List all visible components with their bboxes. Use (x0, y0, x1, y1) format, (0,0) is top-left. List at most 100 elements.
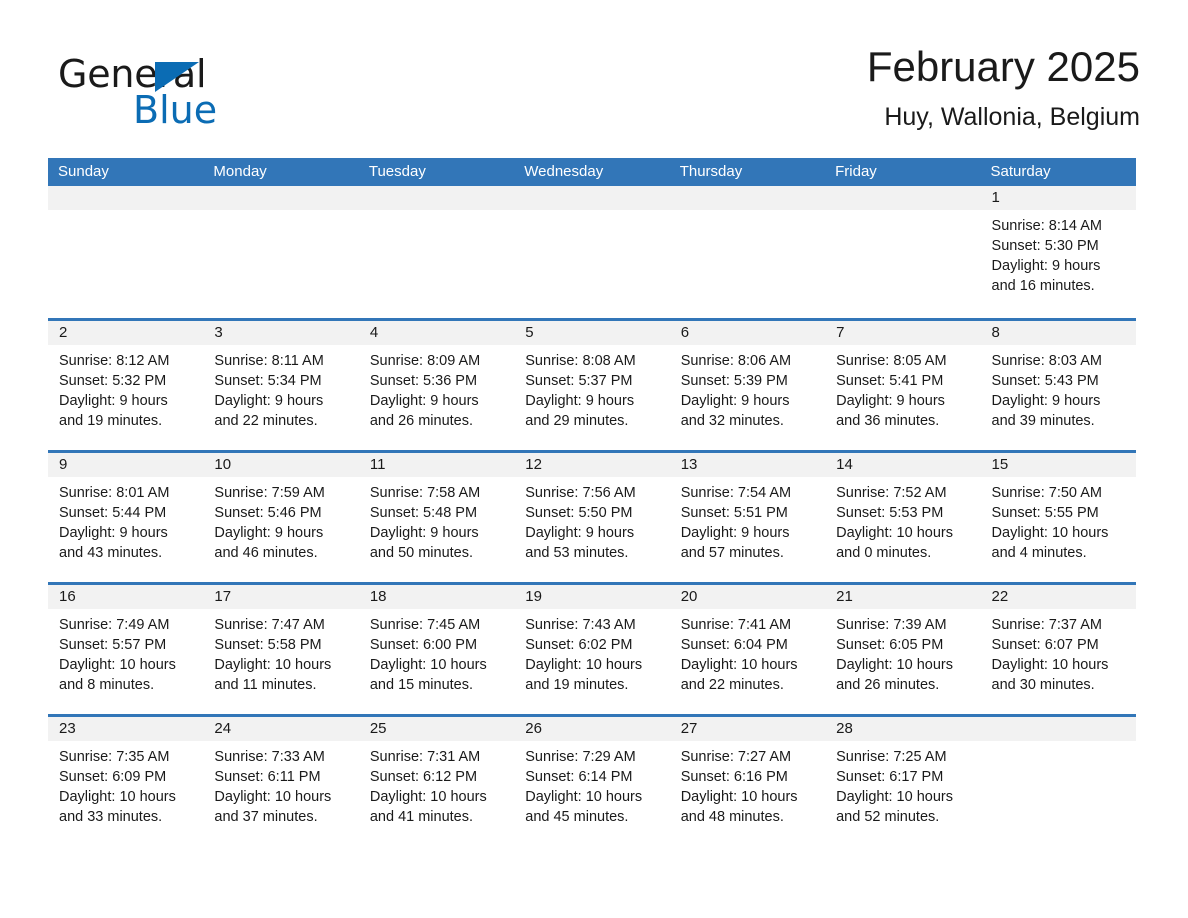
sunrise-text: Sunrise: 7:52 AM (836, 485, 947, 501)
day-details: Sunrise: 7:43 AM Sunset: 6:02 PM Daylight:… (514, 609, 669, 695)
weekday-header-friday: Friday (835, 163, 877, 180)
sunset-text: Sunset: 5:50 PM (525, 505, 633, 521)
day-cell[interactable]: 16 Sunrise: 7:49 AM Sunset: 5:57 PM Dayligh… (48, 585, 204, 714)
day-details: Sunrise: 7:49 AM Sunset: 5:57 PM Daylight:… (48, 609, 203, 695)
day-number: 4 (358, 321, 515, 345)
day-details: Sunrise: 7:35 AM Sunset: 6:09 PM Daylight:… (48, 741, 203, 827)
sunset-text: Sunset: 5:44 PM (59, 505, 167, 521)
day-details: Sunrise: 7:29 AM Sunset: 6:14 PM Daylight:… (514, 741, 669, 827)
day-details: Sunrise: 7:54 AM Sunset: 5:51 PM Daylight:… (670, 477, 825, 563)
day-number (669, 186, 826, 210)
daylight-text: Daylight: 9 hours and 29 minutes. (525, 393, 635, 429)
sunset-text: Sunset: 5:46 PM (214, 505, 322, 521)
day-number: 1 (980, 186, 1136, 210)
daylight-text: Daylight: 10 hours and 33 minutes. (59, 789, 176, 825)
sunset-text: Sunset: 5:53 PM (836, 505, 944, 521)
day-cell[interactable]: 26 Sunrise: 7:29 AM Sunset: 6:14 PM Dayligh… (514, 717, 670, 846)
day-number: 15 (980, 453, 1136, 477)
daylight-text: Daylight: 10 hours and 11 minutes. (214, 657, 332, 693)
sunset-text: Sunset: 5:34 PM (214, 373, 322, 389)
day-cell[interactable]: 25 Sunrise: 7:31 AM Sunset: 6:12 PM Dayligh… (358, 717, 515, 846)
day-cell[interactable]: 23 Sunrise: 7:35 AM Sunset: 6:09 PM Dayligh… (48, 717, 204, 846)
sunrise-text: Sunrise: 7:43 AM (525, 617, 636, 633)
day-details: Sunrise: 7:37 AM Sunset: 6:07 PM Daylight:… (981, 609, 1136, 695)
day-cell[interactable]: 22 Sunrise: 7:37 AM Sunset: 6:07 PM Dayligh… (980, 585, 1136, 714)
page-title: February 2025 (866, 43, 1140, 90)
sunset-text: Sunset: 5:32 PM (59, 373, 167, 389)
day-cell[interactable]: 6 Sunrise: 8:06 AM Sunset: 5:39 PM Daylight… (669, 321, 826, 450)
day-cell[interactable]: 12 Sunrise: 7:56 AM Sunset: 5:50 PM Dayligh… (514, 453, 670, 582)
day-number: 13 (669, 453, 826, 477)
logo-text-blue: Blue (133, 88, 218, 132)
weekday-header-wednesday: Wednesday (524, 163, 604, 180)
weekday-header-saturday: Saturday (990, 163, 1051, 180)
sunrise-text: Sunrise: 7:56 AM (525, 485, 636, 501)
sunset-text: Sunset: 5:37 PM (525, 373, 633, 389)
day-cell[interactable]: 28 Sunrise: 7:25 AM Sunset: 6:17 PM Dayligh… (825, 717, 981, 846)
day-details: Sunrise: 7:45 AM Sunset: 6:00 PM Daylight:… (359, 609, 514, 695)
day-number: 16 (48, 585, 204, 609)
day-cell[interactable]: 14 Sunrise: 7:52 AM Sunset: 5:53 PM Dayligh… (825, 453, 981, 582)
day-cell[interactable]: 24 Sunrise: 7:33 AM Sunset: 6:11 PM Dayligh… (203, 717, 359, 846)
day-number: 6 (669, 321, 826, 345)
day-cell[interactable]: 8 Sunrise: 8:03 AM Sunset: 5:43 PM Daylight… (980, 321, 1136, 450)
day-cell[interactable]: 3 Sunrise: 8:11 AM Sunset: 5:34 PM Daylight… (203, 321, 359, 450)
day-cell[interactable]: 11 Sunrise: 7:58 AM Sunset: 5:48 PM Dayligh… (358, 453, 515, 582)
day-cell[interactable]: 10 Sunrise: 7:59 AM Sunset: 5:46 PM Dayligh… (203, 453, 359, 582)
day-cell[interactable]: 4 Sunrise: 8:09 AM Sunset: 5:36 PM Daylight… (358, 321, 515, 450)
day-cell[interactable]: 19 Sunrise: 7:43 AM Sunset: 6:02 PM Dayligh… (514, 585, 670, 714)
day-number: 26 (514, 717, 670, 741)
week-row: 1 Sunrise: 8:14 AM Sunset: 5:30 PM Daylight… (48, 186, 1136, 318)
day-cell[interactable]: 7 Sunrise: 8:05 AM Sunset: 5:41 PM Daylight… (825, 321, 981, 450)
sunset-text: Sunset: 6:12 PM (369, 769, 478, 785)
sunrise-text: Sunrise: 7:37 AM (991, 617, 1102, 633)
day-details: Sunrise: 7:33 AM Sunset: 6:11 PM Daylight:… (203, 741, 358, 827)
sunrise-text: Sunrise: 8:08 AM (525, 353, 636, 369)
sunset-text: Sunset: 5:41 PM (836, 373, 944, 389)
daylight-text: Daylight: 10 hours and 41 minutes. (369, 789, 487, 825)
generalblue-logo[interactable]: General Blue (58, 52, 348, 136)
day-number: 27 (669, 717, 826, 741)
day-cell[interactable]: 21 Sunrise: 7:39 AM Sunset: 6:05 PM Dayligh… (825, 585, 981, 714)
day-cell[interactable]: 5 Sunrise: 8:08 AM Sunset: 5:37 PM Daylight… (514, 321, 670, 450)
day-cell[interactable]: 18 Sunrise: 7:45 AM Sunset: 6:00 PM Dayligh… (358, 585, 515, 714)
title-block: February 2025 Huy, Wallonia, Belgium (867, 40, 1140, 134)
sunset-text: Sunset: 5:55 PM (991, 505, 1099, 521)
daylight-text: Daylight: 9 hours and 16 minutes. (991, 258, 1101, 294)
daylight-text: Daylight: 9 hours and 26 minutes. (369, 393, 479, 429)
sunrise-text: Sunrise: 7:47 AM (214, 617, 325, 633)
day-number: 18 (358, 585, 515, 609)
daylight-text: Daylight: 10 hours and 30 minutes. (991, 657, 1109, 693)
daylight-text: Daylight: 10 hours and 0 minutes. (836, 525, 953, 561)
day-cell[interactable]: 20 Sunrise: 7:41 AM Sunset: 6:04 PM Dayligh… (669, 585, 826, 714)
day-details: Sunrise: 7:25 AM Sunset: 6:17 PM Daylight:… (825, 741, 980, 827)
sunset-text: Sunset: 5:58 PM (214, 637, 322, 653)
day-number: 9 (48, 453, 204, 477)
sunset-text: Sunset: 6:05 PM (836, 637, 944, 653)
page-header: General Blue February 2025 Huy, Wallonia… (48, 40, 1140, 150)
day-details: Sunrise: 8:01 AM Sunset: 5:44 PM Daylight:… (48, 477, 203, 563)
sunset-text: Sunset: 6:11 PM (214, 769, 321, 785)
day-cell[interactable]: 1 Sunrise: 8:14 AM Sunset: 5:30 PM Daylight… (980, 186, 1136, 318)
daylight-text: Daylight: 10 hours and 52 minutes. (836, 789, 953, 825)
sunrise-text: Sunrise: 7:27 AM (680, 749, 792, 765)
day-cell[interactable]: 15 Sunrise: 7:50 AM Sunset: 5:55 PM Dayligh… (980, 453, 1136, 582)
day-cell[interactable]: 2 Sunrise: 8:12 AM Sunset: 5:32 PM Daylight… (48, 321, 204, 450)
day-number (825, 186, 981, 210)
sunrise-text: Sunrise: 7:59 AM (214, 485, 325, 501)
sunset-text: Sunset: 6:14 PM (525, 769, 633, 785)
day-cell[interactable]: 27 Sunrise: 7:27 AM Sunset: 6:16 PM Dayligh… (669, 717, 826, 846)
day-cell[interactable]: 9 Sunrise: 8:01 AM Sunset: 5:44 PM Daylight… (48, 453, 204, 582)
sunset-text: Sunset: 5:36 PM (369, 373, 478, 389)
day-cell[interactable]: 17 Sunrise: 7:47 AM Sunset: 5:58 PM Dayligh… (203, 585, 359, 714)
day-number: 3 (203, 321, 359, 345)
daylight-text: Daylight: 10 hours and 26 minutes. (836, 657, 953, 693)
sunset-text: Sunset: 6:16 PM (680, 769, 788, 785)
daylight-text: Daylight: 10 hours and 37 minutes. (214, 789, 332, 825)
day-cell-empty (514, 186, 670, 318)
sunrise-text: Sunrise: 8:03 AM (991, 353, 1102, 369)
day-cell-empty (48, 186, 204, 318)
day-cell[interactable]: 13 Sunrise: 7:54 AM Sunset: 5:51 PM Dayligh… (669, 453, 826, 582)
sunset-text: Sunset: 6:07 PM (991, 637, 1099, 653)
calendar-weeks: 1 Sunrise: 8:14 AM Sunset: 5:30 PM Daylight… (48, 186, 1136, 846)
